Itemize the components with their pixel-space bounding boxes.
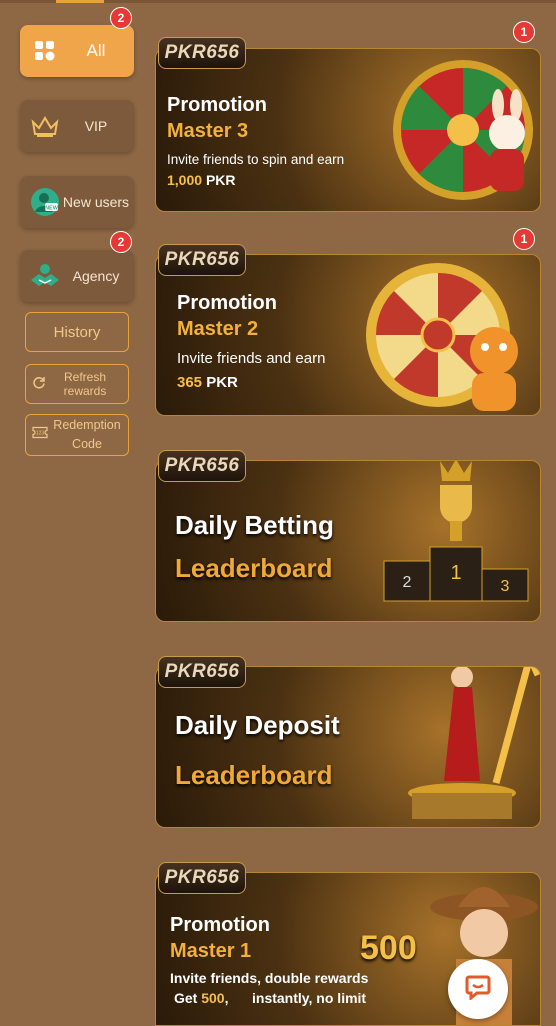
new-user-icon: NEW [28,185,62,219]
active-tab-indicator [56,0,104,3]
sidebar-item-label: All [86,41,106,60]
daily-betting-leaderboard-banner[interactable]: 1 2 3 [155,460,541,622]
reward-currency: PKR [206,374,238,391]
banner-description: Invite friends and earn [177,350,326,367]
crown-icon [28,109,62,143]
handshake-icon [28,259,62,293]
reward-currency: PKR [205,172,236,188]
banner-subtitle: Master 3 [167,120,249,142]
brand-logo: PKR656 [158,450,246,482]
sidebar-item-agency[interactable]: Agency [20,250,134,302]
banner-title: Promotion [177,292,277,314]
history-button[interactable]: History [25,312,129,352]
sidebar-item-label: Agency [72,268,120,284]
reward-suffix-text: instantly, no limit [252,990,367,1006]
banner-description: Invite friends to spin and earn [167,152,345,167]
banner-title: Promotion [167,94,267,116]
svg-text:123: 123 [36,431,45,437]
brand-logo: PKR656 [158,244,246,276]
svg-text:3: 3 [501,578,510,595]
reward-amount: 365 [177,374,203,391]
daily-deposit-leaderboard-banner[interactable] [155,666,541,828]
chat-bubble-icon [465,974,491,1005]
redemption-code-button[interactable]: 123 Redemption Code [25,414,129,456]
notification-badge: 2 [110,7,132,29]
ticket-icon: 123 [32,426,48,445]
big-500-number: 500 [360,929,417,967]
refresh-icon [32,376,46,393]
notification-badge: 1 [513,228,535,250]
brand-logo: PKR656 [158,37,246,69]
sidebar-item-label: VIP [84,118,108,134]
banner-subtitle: Master 2 [177,318,259,340]
woman-podium-icon [408,667,540,819]
history-label: History [53,323,101,341]
redemption-code-label: Redemption Code [53,418,121,451]
refresh-rewards-button[interactable]: Refresh rewards [25,364,129,404]
brand-logo: PKR656 [158,862,246,894]
banner-subtitle: Leaderboard [175,553,333,583]
refresh-rewards-label: Refresh rewards [63,370,107,398]
banner-subtitle: Leaderboard [175,760,333,790]
rabbit-mascot-icon [489,89,525,191]
reward-amount: 500 [201,990,225,1006]
banner-reward: Get 500, [174,990,228,1006]
tiger-mascot-icon [470,327,518,411]
sidebar-item-all[interactable]: All [20,25,134,77]
banner-reward: 365 PKR [177,374,238,391]
grid-icon [28,34,62,68]
notification-badge: 1 [513,21,535,43]
banner-description: Invite friends, double rewards [170,970,369,986]
sidebar-item-label: New users [62,194,130,210]
banner-reward: 1,000 PKR [167,172,236,188]
banner-title: Daily Deposit [175,710,340,740]
banner-subtitle: Master 1 [170,940,252,962]
reward-prefix: Get [174,990,198,1006]
svg-text:2: 2 [403,574,412,591]
chat-button[interactable] [448,959,508,1019]
svg-text:NEW: NEW [45,205,59,211]
reward-amount: 1,000 [167,172,203,188]
banner-title: Promotion [170,914,270,936]
brand-logo: PKR656 [158,656,246,688]
notification-badge: 2 [110,231,132,253]
trophy-podium-icon: 1 2 3 [383,461,529,602]
banner-title: Daily Betting [175,510,334,540]
svg-text:1: 1 [450,562,461,584]
sidebar-item-new-users[interactable]: NEW New users [20,176,134,228]
reward-suffix: , [224,990,229,1006]
sidebar-item-vip[interactable]: VIP [20,100,134,152]
